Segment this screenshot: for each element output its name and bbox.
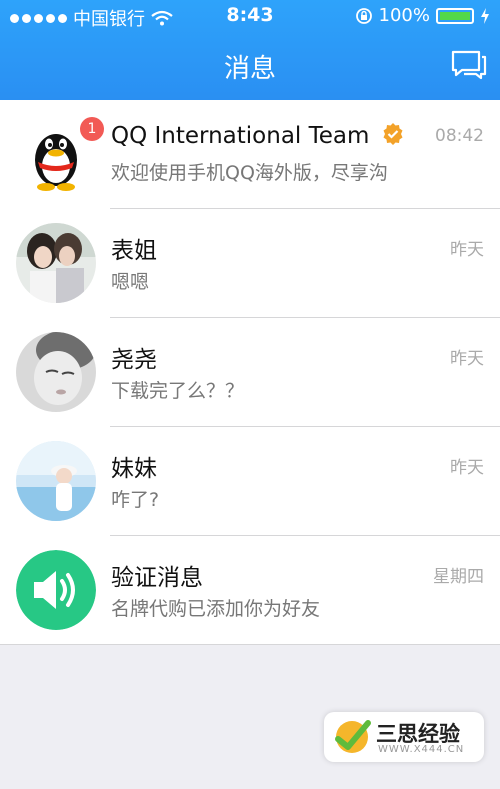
contact-name: QQ International Team [111, 122, 405, 149]
navigation-header: 中国银行 8:43 100% 消息 [0, 0, 500, 100]
battery-percent: 100% [378, 5, 430, 26]
rotation-lock-icon [355, 7, 372, 24]
unread-badge: 1 [80, 117, 104, 141]
battery-icon [436, 7, 474, 24]
conversation-row[interactable]: 表姐 嗯嗯 昨天 [0, 209, 500, 318]
page-title: 消息 [223, 54, 276, 84]
contact-name: 表姐 [111, 238, 157, 264]
verified-icon [383, 123, 403, 145]
contact-name: 验证消息 [111, 565, 203, 591]
conversation-row[interactable]: 尧尧 下载完了么？？ 昨天 [0, 318, 500, 427]
message-preview: 名牌代购已添加你为好友 [111, 598, 321, 620]
contact-name: 尧尧 [111, 347, 157, 373]
message-preview: 嗯嗯 [111, 271, 150, 293]
contact-avatar [16, 441, 96, 521]
watermark-logo: 三思经验 WWW.X444.CN [324, 712, 484, 762]
conversation-list: 1 QQ International Team 欢迎使用手机QQ海外版，尽享沟 … [0, 100, 500, 645]
message-time: 星期四 [433, 567, 484, 587]
message-preview: 咋了? [111, 489, 160, 511]
conversation-row[interactable]: 1 QQ International Team 欢迎使用手机QQ海外版，尽享沟 … [0, 100, 500, 209]
conversation-row[interactable]: 验证消息 名牌代购已添加你为好友 星期四 [0, 536, 500, 645]
check-logo-icon [335, 720, 371, 753]
message-preview: 欢迎使用手机QQ海外版，尽享沟 [111, 162, 388, 184]
message-time: 08:42 [435, 126, 484, 146]
contact-avatar [16, 332, 96, 412]
watermark-url: WWW.X444.CN [378, 744, 465, 755]
message-time: 昨天 [450, 458, 484, 478]
speaker-icon [16, 550, 96, 630]
chat-bubbles-icon[interactable] [448, 44, 488, 84]
message-time: 昨天 [450, 349, 484, 369]
status-bar: 中国银行 8:43 100% [0, 0, 500, 32]
message-preview: 下载完了么？？ [111, 380, 245, 402]
contact-name: 妹妹 [111, 456, 157, 482]
charging-icon [481, 7, 489, 24]
contact-avatar [16, 223, 96, 303]
message-time: 昨天 [450, 240, 484, 260]
divider [0, 644, 500, 645]
conversation-row[interactable]: 妹妹 咋了? 昨天 [0, 427, 500, 536]
